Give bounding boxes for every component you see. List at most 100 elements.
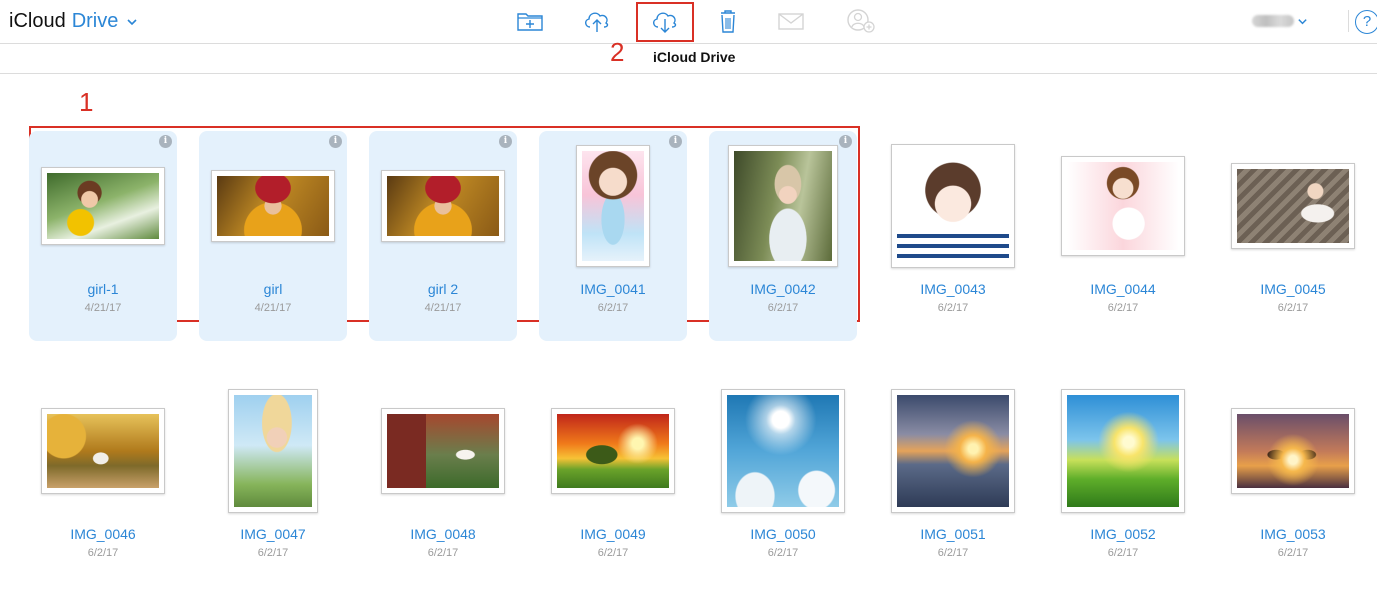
file-name[interactable]: IMG_0053 [1219,526,1367,542]
info-icon[interactable]: i [159,135,172,148]
file-date: 6/2/17 [937,302,969,314]
thumbnail-image [47,414,159,488]
file-thumbnail[interactable] [228,389,318,513]
file-tile[interactable]: i girl-1 4/21/17 [29,131,177,341]
file-name[interactable]: IMG_0045 [1219,281,1367,297]
file-thumbnail[interactable] [41,408,165,494]
thumbnail-image [582,151,644,261]
file-tile[interactable]: IMG_0049 6/2/17 [539,376,687,586]
file-tile[interactable]: i girl 2 4/21/17 [369,131,517,341]
file-date: 6/2/17 [1277,547,1309,559]
file-thumbnail[interactable] [728,145,838,267]
account-menu[interactable] [1252,12,1308,30]
file-tile[interactable]: IMG_0050 6/2/17 [709,376,857,586]
share-person-button[interactable] [842,6,878,36]
thumbnail-image [1237,169,1349,243]
file-tile[interactable]: i IMG_0042 6/2/17 [709,131,857,341]
thumbnail-image [897,395,1009,507]
help-icon[interactable]: ? [1355,10,1377,34]
file-thumbnail[interactable] [891,389,1015,513]
file-thumbnail[interactable] [1061,156,1185,256]
file-thumbnail[interactable] [381,170,505,242]
file-tile[interactable]: IMG_0051 6/2/17 [879,376,1027,586]
annotation-number-1: 1 [79,87,94,117]
file-name[interactable]: girl [199,281,347,297]
file-thumbnail[interactable] [41,167,165,245]
file-tile[interactable]: IMG_0048 6/2/17 [369,376,517,586]
thumbnail-image [1237,414,1349,488]
file-date: 6/2/17 [1107,547,1139,559]
upload-icon [585,12,609,32]
section-name[interactable]: Drive [72,10,119,32]
app-title[interactable]: iCloud Drive [9,9,138,33]
thumbnail-image [734,151,832,261]
file-name[interactable]: girl 2 [369,281,517,297]
file-thumbnail[interactable] [721,389,845,513]
file-date: 6/2/17 [767,302,799,314]
file-thumbnail[interactable] [211,170,335,242]
file-name[interactable]: IMG_0044 [1049,281,1197,297]
file-thumbnail[interactable] [1061,389,1185,513]
file-date: 6/2/17 [597,547,629,559]
annotation-box-download [636,2,694,42]
file-date: 6/2/17 [597,302,629,314]
thumbnail-image [1067,395,1179,507]
file-date: 4/21/17 [254,302,292,314]
file-name[interactable]: IMG_0041 [539,281,687,297]
thumbnail-image [387,414,499,488]
file-name[interactable]: IMG_0043 [879,281,1027,297]
account-name-blurred [1252,15,1294,27]
file-name[interactable]: IMG_0042 [709,281,857,297]
thumbnail-image [557,414,669,488]
mail-button[interactable] [773,6,809,36]
file-name[interactable]: IMG_0046 [29,526,177,542]
thumbnail-image [1067,162,1179,250]
file-name[interactable]: IMG_0049 [539,526,687,542]
file-thumbnail[interactable] [381,408,505,494]
file-name[interactable]: IMG_0050 [709,526,857,542]
file-tile[interactable]: IMG_0046 6/2/17 [29,376,177,586]
thumbnail-image [217,176,329,236]
delete-button[interactable] [710,6,746,36]
file-tile[interactable]: IMG_0044 6/2/17 [1049,131,1197,341]
file-tile[interactable]: i girl 4/21/17 [199,131,347,341]
file-thumbnail[interactable] [1231,408,1355,494]
share-person-icon [847,9,875,33]
annotation-number-2: 2 [610,37,625,67]
file-thumbnail[interactable] [891,144,1015,268]
chevron-down-icon [1298,18,1307,24]
file-tile[interactable]: i IMG_0041 6/2/17 [539,131,687,341]
file-date: 6/2/17 [257,547,289,559]
divider [1348,10,1349,32]
trash-icon [721,10,735,33]
file-thumbnail[interactable] [576,145,650,267]
file-name[interactable]: IMG_0051 [879,526,1027,542]
info-icon[interactable]: i [329,135,342,148]
chevron-down-icon[interactable] [126,16,138,28]
file-tile[interactable]: IMG_0043 6/2/17 [879,131,1027,341]
location-bar: iCloud Drive [0,44,1377,74]
file-tile[interactable]: IMG_0052 6/2/17 [1049,376,1197,586]
file-date: 6/2/17 [767,547,799,559]
thumbnail-image [387,176,499,236]
file-name[interactable]: IMG_0048 [369,526,517,542]
thumbnail-image [897,150,1009,262]
file-tile[interactable]: IMG_0047 6/2/17 [199,376,347,586]
info-icon[interactable]: i [669,135,682,148]
upload-button[interactable] [579,6,615,36]
file-tile[interactable]: IMG_0045 6/2/17 [1219,131,1367,341]
new-folder-button[interactable] [512,6,548,36]
app-name: iCloud [9,10,66,32]
file-date: 6/2/17 [1107,302,1139,314]
file-name[interactable]: IMG_0047 [199,526,347,542]
file-tile[interactable]: IMG_0053 6/2/17 [1219,376,1367,586]
thumbnail-image [47,173,159,239]
info-icon[interactable]: i [499,135,512,148]
file-name[interactable]: IMG_0052 [1049,526,1197,542]
file-thumbnail[interactable] [551,408,675,494]
file-name[interactable]: girl-1 [29,281,177,297]
info-icon[interactable]: i [839,135,852,148]
file-thumbnail[interactable] [1231,163,1355,249]
thumbnail-image [727,395,839,507]
file-date: 6/2/17 [1277,302,1309,314]
